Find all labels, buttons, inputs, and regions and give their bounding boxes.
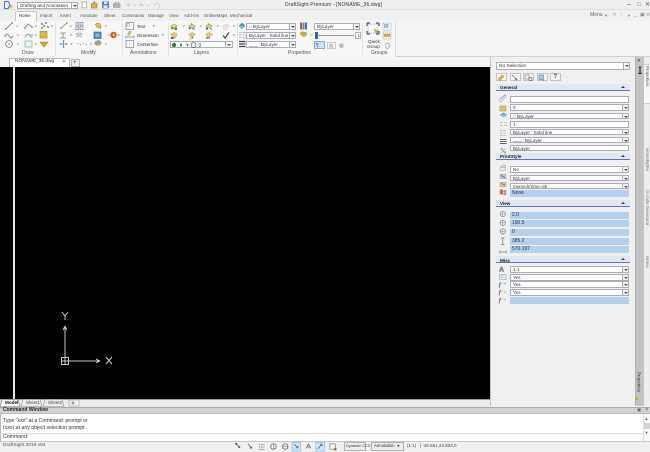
svg-text:f: f [499,284,501,289]
svg-text:f: f [499,291,501,296]
svg-text:2: 2 [504,190,507,196]
svg-text:0: 0 [199,43,202,48]
svg-text:A: A [499,267,504,274]
svg-text:f: f [499,299,501,304]
